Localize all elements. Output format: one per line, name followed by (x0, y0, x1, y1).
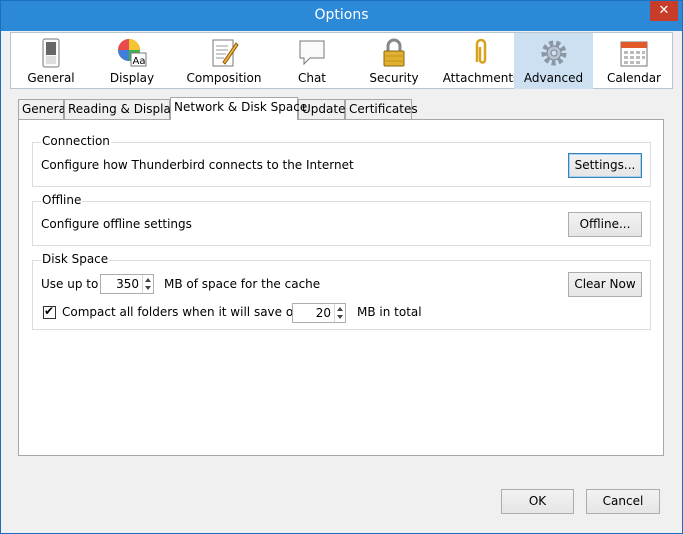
group-title: Offline (41, 193, 83, 207)
gear-icon (541, 40, 566, 66)
offline-description: Configure offline settings (41, 217, 192, 231)
category-calendar[interactable]: Calendar (595, 33, 673, 89)
ok-button[interactable]: OK (501, 489, 574, 514)
stepper-arrows[interactable] (142, 275, 153, 293)
tab-network-disk-space[interactable]: Network & Disk Space (170, 97, 307, 120)
tab-general[interactable]: General (18, 99, 69, 119)
compact-folders-checkbox[interactable]: ✔ (43, 304, 56, 319)
tab-reading-display[interactable]: Reading & Display (64, 99, 178, 119)
category-label: Chat (297, 71, 327, 85)
cache-suffix-label: MB of space for the cache (164, 277, 321, 291)
tab-certificates[interactable]: Certificates (345, 99, 418, 119)
category-advanced[interactable]: Advanced (514, 33, 593, 89)
stepper-value: 350 (116, 277, 139, 291)
button-label: Offline... (579, 217, 631, 231)
category-label: Advanced (523, 71, 584, 85)
stepper-up-icon[interactable] (337, 307, 343, 311)
clear-now-button[interactable]: Clear Now (568, 272, 642, 297)
button-label: Cancel (602, 494, 644, 508)
category-toolbar: General Aa Display Composition Chat Secu… (10, 32, 673, 89)
title-bar[interactable]: Options ✕ (1, 1, 682, 31)
use-up-to-label: Use up to (41, 277, 99, 291)
switch-icon (42, 38, 60, 68)
category-composition[interactable]: Composition (175, 33, 273, 89)
close-button[interactable]: ✕ (650, 1, 678, 21)
compact-folders-label: Compact all folders when it will save ov… (62, 305, 313, 319)
cancel-button[interactable]: Cancel (586, 489, 660, 514)
cache-size-stepper[interactable]: 350 (100, 274, 154, 294)
category-label: Security (369, 71, 419, 85)
padlock-icon (383, 38, 405, 67)
group-title: Disk Space (41, 252, 110, 266)
group-title: Connection (41, 134, 111, 148)
category-display[interactable]: Aa Display (93, 33, 171, 89)
button-label: OK (528, 494, 547, 508)
button-label: Settings... (574, 158, 636, 172)
paperclip-icon (475, 38, 487, 64)
calendar-icon (620, 41, 648, 67)
stepper-down-icon[interactable] (337, 315, 343, 319)
compact-suffix-label: MB in total (357, 305, 422, 319)
stepper-up-icon[interactable] (145, 278, 151, 282)
options-window: Options ✕ General Aa Display Composition… (0, 0, 683, 534)
checkmark-icon: ✔ (44, 304, 55, 318)
window-title: Options (314, 7, 369, 23)
stepper-down-icon[interactable] (145, 286, 151, 290)
category-chat[interactable]: Chat (273, 33, 351, 89)
category-label: Display (109, 71, 155, 85)
speech-bubble-icon (299, 40, 325, 66)
svg-text:Aa: Aa (133, 56, 146, 67)
button-label: Clear Now (574, 277, 636, 291)
stepper-value: 20 (315, 306, 331, 320)
category-label: Composition (186, 71, 262, 85)
compose-pencil-icon (212, 39, 239, 67)
connection-description: Configure how Thunderbird connects to th… (41, 158, 354, 172)
color-wheel-icon: Aa (118, 39, 147, 67)
settings-button[interactable]: Settings... (568, 153, 642, 178)
category-security[interactable]: Security (355, 33, 433, 89)
category-label: Calendar (607, 71, 661, 85)
category-general[interactable]: General (12, 33, 90, 89)
stepper-arrows[interactable] (334, 304, 345, 322)
offline-button[interactable]: Offline... (568, 212, 642, 237)
category-label: General (27, 71, 75, 85)
compact-threshold-stepper[interactable]: 20 (292, 303, 346, 323)
